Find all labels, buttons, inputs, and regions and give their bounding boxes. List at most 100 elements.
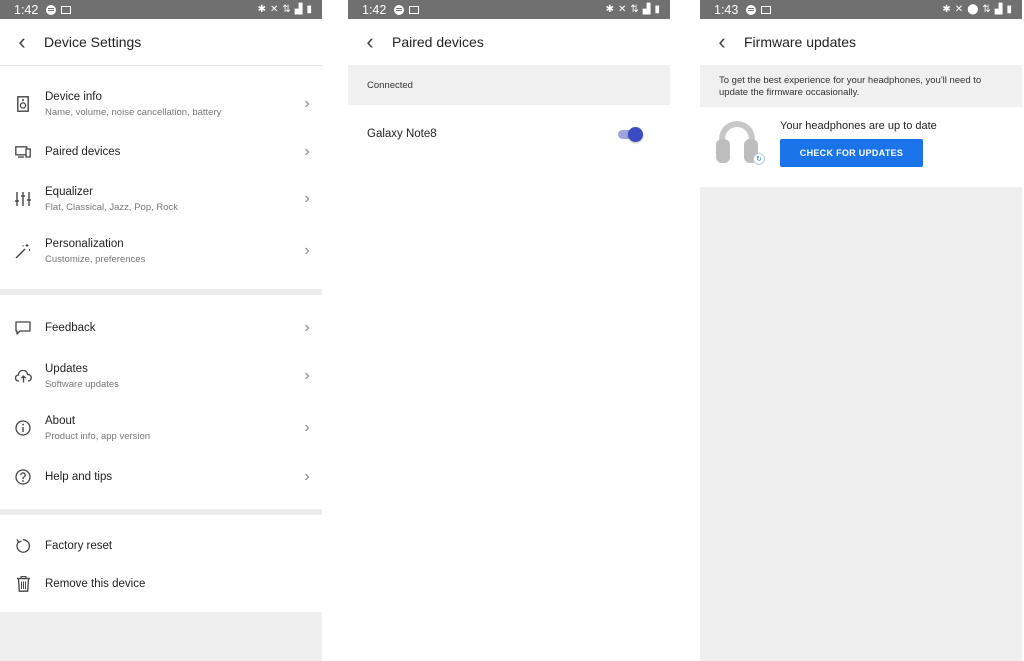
help-icon: [14, 468, 32, 486]
app-bar: ‹ Paired devices: [348, 19, 670, 65]
settings-item-sublabel: Software updates: [45, 378, 119, 390]
trash-icon: [14, 575, 32, 593]
settings-item-personalization[interactable]: Personalization Customize, preferences ›: [0, 225, 322, 277]
feedback-icon: [14, 319, 32, 337]
connection-toggle[interactable]: [618, 127, 643, 142]
settings-item-sublabel: Flat, Classical, Jazz, Pop, Rock: [45, 201, 179, 213]
settings-item-label: Factory reset: [45, 540, 113, 552]
settings-item-help[interactable]: Help and tips ›: [0, 454, 322, 499]
settings-item-label: Equalizer: [45, 185, 93, 198]
status-bar: 1:42 ✱ ✕ ⇅ ▟ ▮: [0, 0, 322, 19]
settings-group-3: Factory reset Remove this device: [0, 515, 322, 603]
location-icon: ⬤: [967, 4, 979, 15]
page-title: Device Settings: [44, 34, 142, 50]
settings-item-paired-devices[interactable]: Paired devices ›: [0, 130, 322, 173]
settings-item-feedback[interactable]: Feedback ›: [0, 305, 322, 350]
info-icon: [14, 419, 32, 437]
chevron-right-icon: ›: [304, 242, 310, 259]
settings-item-updates[interactable]: Updates Software updates ›: [0, 350, 322, 402]
empty-area: [700, 187, 1022, 661]
spotify-icon: [46, 4, 57, 15]
firmware-status-card: ↻ Your headphones are up to date CHECK F…: [700, 107, 1022, 181]
settings-item-device-info[interactable]: Device info Name, volume, noise cancella…: [0, 78, 322, 130]
chevron-left-icon: ‹: [18, 29, 26, 54]
settings-item-label: Remove this device: [45, 578, 146, 590]
battery-icon: ▮: [306, 4, 312, 15]
chevron-left-icon: ‹: [718, 29, 726, 54]
chevron-right-icon: ›: [304, 142, 310, 160]
settings-item-label: Help and tips: [45, 470, 113, 483]
app-bar: ‹ Device Settings: [0, 19, 322, 66]
signal-icon: ▟: [294, 4, 303, 15]
gallery-icon: [761, 5, 772, 14]
data-icon: ⇅: [282, 4, 291, 15]
section-header-connected: Connected: [348, 65, 670, 105]
data-icon: ⇅: [982, 4, 991, 15]
firmware-updates-screen: 1:43 ✱ ✕ ⬤ ⇅ ▟ ▮ ‹ Firmware updates To g…: [700, 0, 1022, 661]
chevron-right-icon: ›: [304, 467, 310, 485]
settings-item-label: Paired devices: [45, 145, 121, 158]
settings-item-label: Personalization: [45, 237, 124, 250]
battery-icon: ▮: [654, 4, 660, 15]
status-time: 1:43: [714, 2, 739, 17]
gallery-icon: [409, 5, 420, 14]
devices-icon: [14, 143, 32, 161]
mute-icon: ✕: [618, 4, 627, 15]
settings-item-label: Updates: [45, 362, 88, 375]
page-title: Paired devices: [392, 34, 484, 50]
chevron-right-icon: ›: [304, 318, 310, 336]
update-badge-icon: ↻: [753, 153, 765, 165]
settings-item-label: Feedback: [45, 321, 96, 334]
app-bar: ‹ Firmware updates: [700, 19, 1022, 65]
bluetooth-icon: ✱: [605, 4, 614, 15]
signal-icon: ▟: [642, 4, 651, 15]
signal-icon: ▟: [994, 4, 1003, 15]
paired-device-row[interactable]: Galaxy Note8: [348, 105, 670, 163]
back-button[interactable]: ‹: [0, 19, 44, 65]
speaker-icon: [14, 95, 32, 113]
spotify-icon: [394, 4, 405, 15]
equalizer-icon: [14, 190, 32, 208]
page-title: Firmware updates: [744, 34, 857, 50]
device-name: Galaxy Note8: [367, 128, 437, 140]
device-settings-screen: 1:42 ✱ ✕ ⇅ ▟ ▮ ‹ Device Settings Device …: [0, 0, 322, 661]
back-button[interactable]: ‹: [348, 19, 392, 65]
chevron-left-icon: ‹: [366, 29, 374, 54]
toggle-knob: [628, 127, 643, 142]
settings-group-1: Device info Name, volume, noise cancella…: [0, 66, 322, 277]
settings-item-sublabel: Product info, app version: [45, 430, 151, 442]
mute-icon: ✕: [954, 4, 964, 15]
chevron-right-icon: ›: [304, 419, 310, 436]
bluetooth-icon: ✱: [257, 4, 266, 15]
settings-item-label: About: [45, 414, 76, 427]
battery-icon: ▮: [1006, 4, 1012, 15]
cloud-upload-icon: [14, 367, 32, 385]
status-bar: 1:43 ✱ ✕ ⬤ ⇅ ▟ ▮: [700, 0, 1022, 19]
magic-wand-icon: [14, 242, 32, 260]
settings-item-about[interactable]: About Product info, app version ›: [0, 402, 322, 454]
back-button[interactable]: ‹: [700, 19, 744, 65]
status-bar: 1:42 ✱ ✕ ⇅ ▟ ▮: [348, 0, 670, 19]
firmware-status-text: Your headphones are up to date: [780, 119, 937, 132]
status-time: 1:42: [14, 2, 39, 17]
reset-icon: [14, 537, 32, 555]
spotify-icon: [746, 4, 757, 15]
settings-item-sublabel: Customize, preferences: [45, 253, 146, 265]
data-icon: ⇅: [630, 4, 639, 15]
paired-devices-screen: 1:42 ✱ ✕ ⇅ ▟ ▮ ‹ Paired devices Connecte…: [348, 0, 670, 661]
check-for-updates-button[interactable]: CHECK FOR UPDATES: [780, 138, 923, 167]
settings-item-equalizer[interactable]: Equalizer Flat, Classical, Jazz, Pop, Ro…: [0, 173, 322, 225]
headphones-icon: ↻: [716, 119, 765, 167]
factory-reset-item[interactable]: Factory reset: [0, 527, 322, 565]
remove-device-item[interactable]: Remove this device: [0, 565, 322, 603]
bluetooth-icon: ✱: [942, 4, 951, 15]
settings-group-2: Feedback › Updates Software updates › Ab…: [0, 295, 322, 499]
empty-area: [0, 612, 322, 661]
firmware-info-banner: To get the best experience for your head…: [700, 65, 1022, 107]
settings-item-sublabel: Name, volume, noise cancellation, batter…: [45, 106, 222, 118]
chevron-right-icon: ›: [304, 95, 310, 112]
chevron-right-icon: ›: [304, 190, 310, 207]
settings-item-label: Device info: [45, 90, 102, 103]
mute-icon: ✕: [270, 4, 279, 15]
gallery-icon: [61, 5, 72, 14]
